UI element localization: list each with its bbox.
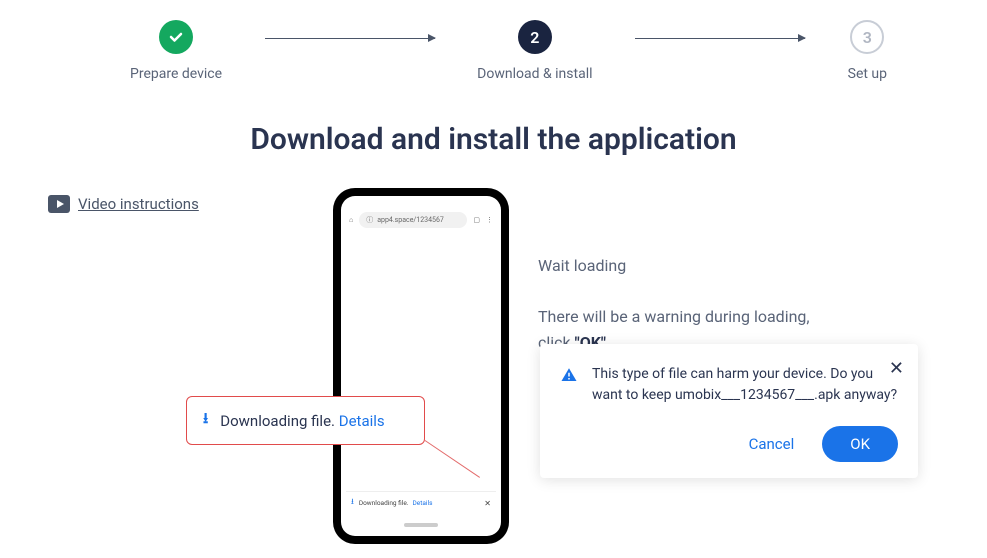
phone-details-link: Details [413, 499, 433, 507]
step-circle-active: 2 [518, 20, 552, 54]
callout-downloading-label: Downloading file. [220, 412, 335, 430]
downloading-callout: ⭳ Downloading file. Details [186, 396, 425, 445]
callout-details-link[interactable]: Details [339, 412, 385, 430]
arrow-icon [635, 38, 805, 39]
warning-actions: Cancel OK [560, 426, 898, 462]
download-icon: ⭳ [351, 496, 354, 510]
stepper: Prepare device 2 Download & install 3 Se… [0, 0, 987, 82]
step-label: Prepare device [130, 66, 222, 82]
close-icon: ✕ [484, 499, 491, 508]
step-label: Download & install [477, 66, 592, 82]
step-circle-complete [159, 20, 193, 54]
phone-url-bar: ⌂ ⓘ app4.space/1234567 ▢ ⋮ [341, 208, 501, 232]
phone-url-text: app4.space/1234567 [377, 216, 444, 224]
menu-dots-icon: ⋮ [486, 216, 493, 224]
step-set-up[interactable]: 3 Set up [848, 20, 887, 82]
phone-nav-bar [341, 516, 501, 534]
ok-button[interactable]: OK [822, 426, 898, 462]
video-instructions-link[interactable]: Video instructions [48, 195, 199, 213]
phone-url-input: ⓘ app4.space/1234567 [359, 212, 467, 228]
step-circle-pending: 3 [850, 20, 884, 54]
info-icon: ⓘ [366, 215, 373, 225]
cancel-button[interactable]: Cancel [749, 435, 795, 453]
warning-message: This type of file can harm your device. … [592, 364, 898, 406]
phone-download-bar: ⭳ Downloading file. Details ✕ [346, 491, 496, 514]
arrow-icon [265, 38, 435, 39]
step-label: Set up [848, 66, 887, 82]
step-download-install[interactable]: 2 Download & install [477, 20, 592, 82]
phone-mockup: ⌂ ⓘ app4.space/1234567 ▢ ⋮ ⭳ Downloading… [333, 188, 509, 544]
download-icon: ⭳ [203, 408, 208, 433]
close-button[interactable]: ✕ [889, 358, 904, 379]
home-icon: ⌂ [349, 216, 353, 224]
nav-pill-icon [404, 523, 438, 527]
warning-dialog: ✕ This type of file can harm your device… [540, 344, 918, 478]
phone-downloading-label: Downloading file. [359, 499, 409, 507]
instructions-text: Wait loading There will be a warning dur… [538, 253, 818, 355]
step-prepare-device[interactable]: Prepare device [130, 20, 222, 82]
phone-screen: ⌂ ⓘ app4.space/1234567 ▢ ⋮ ⭳ Downloading… [341, 196, 501, 536]
tab-count-icon: ▢ [473, 216, 480, 224]
check-icon [168, 29, 184, 45]
page-title: Download and install the application [0, 122, 987, 157]
video-link-label: Video instructions [78, 195, 199, 213]
warning-triangle-icon [560, 366, 578, 384]
play-icon [48, 195, 70, 213]
instructions-line1: Wait loading [538, 253, 818, 279]
